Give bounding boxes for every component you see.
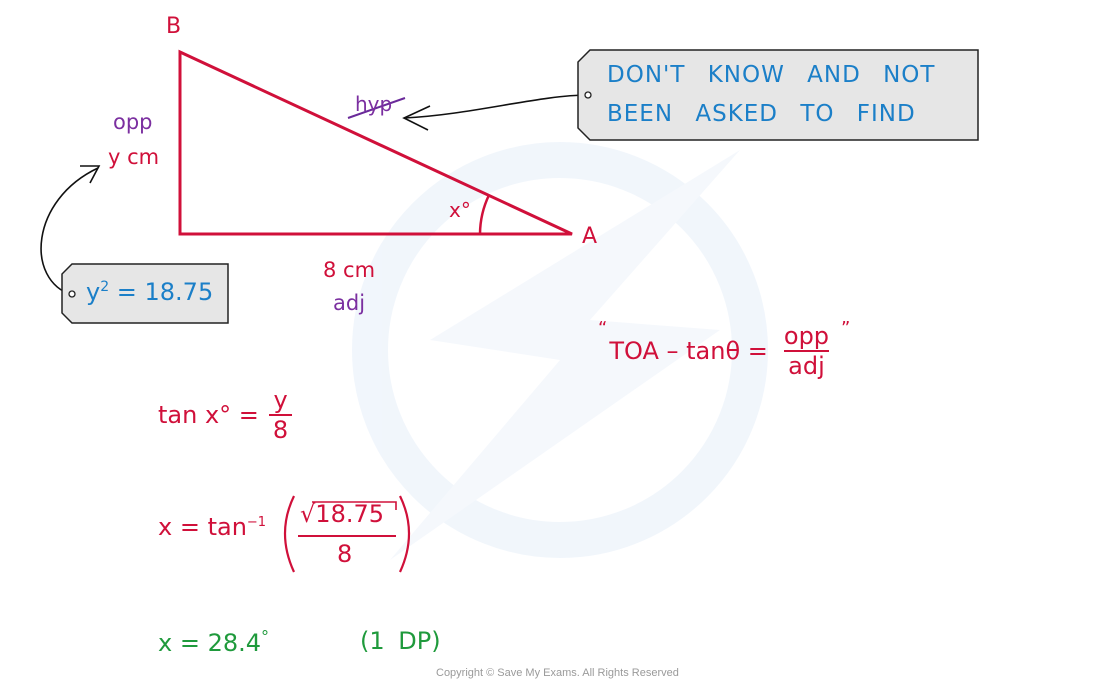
working-step1: tan x° = y 8 (158, 386, 293, 444)
adj-ratio-label: adj (333, 291, 366, 315)
y-note-lhs: y (86, 278, 101, 306)
answer-text: x = 28.4 (158, 629, 262, 657)
step1-denominator: 8 (268, 414, 293, 444)
hyp-note-tag-hole (584, 91, 592, 99)
toa-formula: “ TOA – tanθ = opp adj ” (598, 318, 850, 380)
toa-numerator: opp (783, 322, 830, 350)
hyp-arrow (403, 94, 589, 119)
copyright-text: Copyright © Save My Exams. All Rights Re… (436, 667, 679, 679)
left-paren (283, 495, 295, 573)
toa-prefix: TOA – tanθ = (609, 337, 768, 365)
answer-precision-note: (1 DP) (360, 627, 441, 655)
sqrt-symbol: √ (300, 500, 316, 528)
step1-numerator: y (273, 386, 288, 414)
y-note-exp: 2 (100, 279, 110, 295)
vertex-b-label: B (166, 14, 182, 39)
y-note-tag-hole (68, 290, 76, 298)
angle-arc-x (478, 194, 491, 235)
step2-numerator: √18.75 (300, 500, 384, 528)
working-step2-lhs: x = tan−1 (158, 513, 266, 541)
opp-ratio-label: opp (113, 110, 153, 134)
step1-fraction: y 8 (268, 386, 293, 444)
opp-length-label: y cm (108, 145, 160, 169)
step2-radicand: 18.75 (315, 500, 385, 528)
answer-degree: ° (261, 627, 270, 646)
hyp-ratio-label: hyp (355, 92, 393, 116)
toa-denominator: adj (784, 350, 829, 380)
hyp-note-tag: DON'T KNOW AND NOT BEEN ASKED TO FIND (607, 56, 935, 134)
y-note-rhs: = 18.75 (116, 278, 214, 306)
angle-x-label: x° (449, 198, 471, 222)
hyp-note-line1: DON'T KNOW AND NOT (607, 62, 936, 88)
y-note-tag: y2 = 18.75 (86, 278, 213, 306)
step2-lhs: x = tan (158, 513, 247, 541)
final-answer: x = 28.4° (158, 627, 269, 657)
step1-lhs: tan x° = (158, 401, 259, 429)
toa-fraction: opp adj (780, 322, 833, 380)
right-triangle (178, 49, 573, 236)
close-quote: ” (841, 318, 851, 339)
adj-length-label: 8 cm (323, 258, 376, 282)
step2-denominator: 8 (337, 540, 353, 568)
right-paren (399, 495, 411, 573)
vertex-a-label: A (582, 224, 598, 249)
hyp-note-line2: BEEN ASKED TO FIND (607, 101, 916, 127)
step2-exp: −1 (246, 515, 267, 530)
open-quote: “ (598, 318, 608, 339)
